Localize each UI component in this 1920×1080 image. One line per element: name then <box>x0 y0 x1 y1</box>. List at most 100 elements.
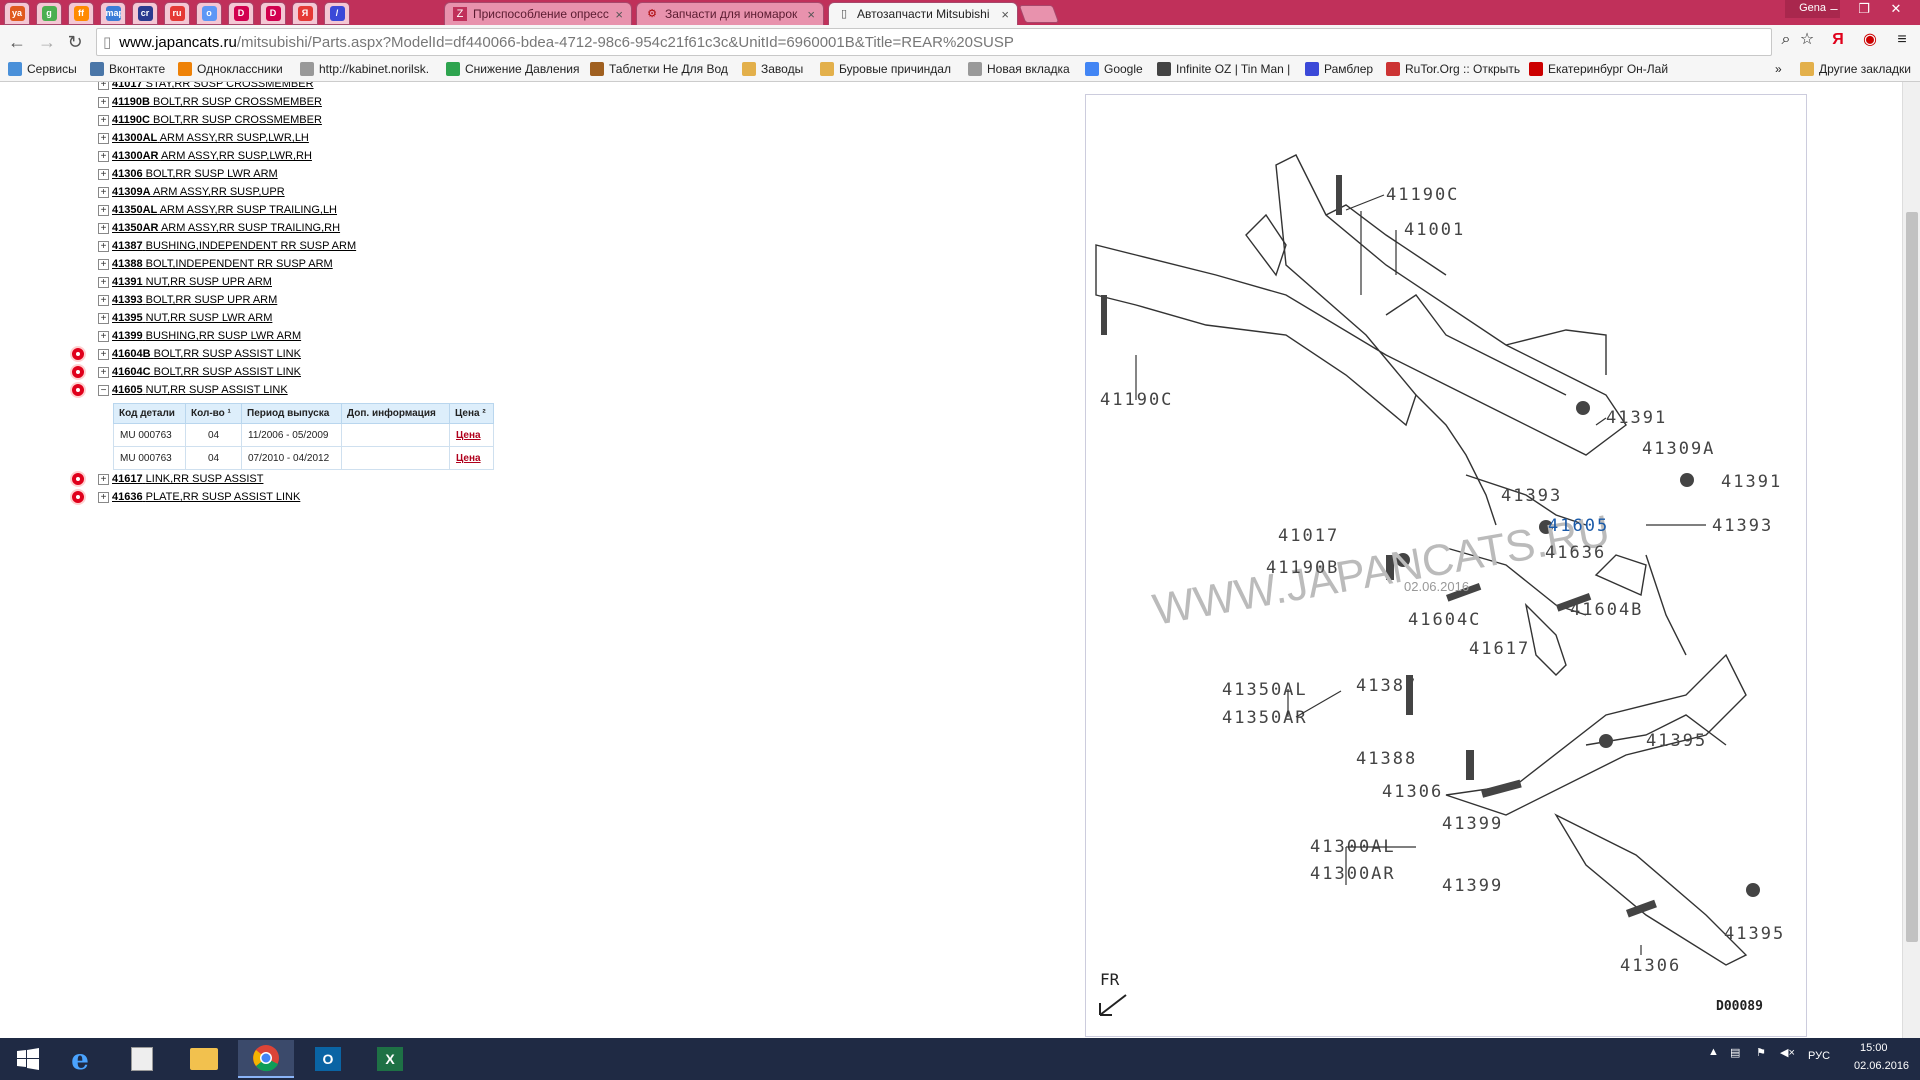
expand-icon[interactable]: + <box>98 168 109 180</box>
tree-item-link[interactable]: 41300AR ARM ASSY,RR SUSP,LWR,RH <box>112 150 312 162</box>
price-link[interactable]: Цена <box>456 430 481 441</box>
tree-item-link[interactable]: 41604B BOLT,RR SUSP ASSIST LINK <box>112 348 301 360</box>
search-icon[interactable]: ⌕ <box>1776 30 1796 50</box>
tray-network-icon[interactable]: ▤ <box>1730 1046 1740 1059</box>
expand-icon[interactable]: + <box>98 150 109 162</box>
pinned-tab[interactable]: Я <box>292 2 318 25</box>
tree-item-link[interactable]: 41387 BUSHING,INDEPENDENT RR SUSP ARM <box>112 240 356 252</box>
menu-icon[interactable]: ≡ <box>1892 30 1912 50</box>
excel-icon[interactable]: X <box>362 1040 418 1078</box>
restore-icon[interactable]: ❐ <box>1850 0 1878 18</box>
collapse-icon[interactable]: − <box>98 384 109 396</box>
pinned-tab[interactable]: map <box>100 2 126 25</box>
tab-active[interactable]: ▯ Автозапчасти Mitsubishi × <box>828 2 1018 25</box>
extension-icon[interactable]: ◉ <box>1860 30 1880 50</box>
expand-icon[interactable]: + <box>98 132 109 144</box>
tray-volume-icon[interactable]: ◀× <box>1780 1046 1795 1059</box>
price-link[interactable]: Цена <box>456 453 481 464</box>
scrollbar-thumb[interactable] <box>1906 212 1918 942</box>
start-icon[interactable] <box>0 1040 56 1078</box>
tree-item-link[interactable]: 41190C BOLT,RR SUSP CROSSMEMBER <box>112 114 322 126</box>
tree-item-link[interactable]: 41391 NUT,RR SUSP UPR ARM <box>112 276 272 288</box>
tree-item-link[interactable]: 41350AR ARM ASSY,RR SUSP TRAILING,RH <box>112 222 340 234</box>
expand-icon[interactable]: + <box>98 240 109 252</box>
back-icon[interactable]: ← <box>6 31 28 53</box>
outlook-icon[interactable]: O <box>300 1040 356 1078</box>
expand-icon[interactable]: + <box>98 330 109 342</box>
bookmark-item[interactable]: Сервисы <box>8 62 77 76</box>
pinned-tab[interactable]: ff <box>68 2 94 25</box>
bookmark-item[interactable]: Снижение Давления <box>446 62 579 76</box>
forward-icon[interactable]: → <box>36 31 58 53</box>
pinned-tab[interactable]: g <box>36 2 62 25</box>
expand-icon[interactable]: + <box>98 276 109 288</box>
tree-item-link[interactable]: 41017 STAY,RR SUSP CROSSMEMBER <box>112 82 314 90</box>
expand-icon[interactable]: + <box>98 222 109 234</box>
clock-date[interactable]: 02.06.2016 <box>1854 1060 1909 1072</box>
bookmark-item[interactable]: Новая вкладка <box>968 62 1070 76</box>
pinned-tab[interactable]: D <box>228 2 254 25</box>
new-tab-button[interactable] <box>1018 5 1060 23</box>
close-icon[interactable]: × <box>807 7 815 22</box>
tray-arrow-icon[interactable]: ▲ <box>1708 1046 1719 1058</box>
clock-time[interactable]: 15:00 <box>1860 1042 1888 1054</box>
close-icon[interactable]: × <box>615 7 623 22</box>
expand-icon[interactable]: + <box>98 186 109 198</box>
bookmark-item[interactable]: Заводы <box>742 62 803 76</box>
tree-item-link[interactable]: 41300AL ARM ASSY,RR SUSP,LWR,LH <box>112 132 309 144</box>
tree-item-link[interactable]: 41350AL ARM ASSY,RR SUSP TRAILING,LH <box>112 204 337 216</box>
bookmark-item[interactable]: Вконтакте <box>90 62 165 76</box>
parts-diagram[interactable]: WWW.JAPANCATS.RU 02.06.2016 41190C 41001… <box>1085 94 1807 1037</box>
expand-icon[interactable]: + <box>98 204 109 216</box>
expand-icon[interactable]: + <box>98 348 109 360</box>
expand-icon[interactable]: + <box>98 294 109 306</box>
bookmark-item[interactable]: Google <box>1085 62 1143 76</box>
bookmark-item[interactable]: Одноклассники <box>178 62 283 76</box>
pinned-tab[interactable]: cr <box>132 2 158 25</box>
tree-item-link[interactable]: 41636 PLATE,RR SUSP ASSIST LINK <box>112 491 300 503</box>
bookmark-item[interactable]: Буровые причиндал <box>820 62 951 76</box>
pinned-tab[interactable]: ya <box>4 2 30 25</box>
tree-item-link[interactable]: 41604C BOLT,RR SUSP ASSIST LINK <box>112 366 301 378</box>
explorer-icon[interactable] <box>176 1040 232 1078</box>
bookmark-item[interactable]: Таблетки Не Для Вод <box>590 62 728 76</box>
pinned-tab[interactable]: D <box>260 2 286 25</box>
bookmarks-more-button[interactable]: » <box>1775 62 1782 76</box>
tab-1[interactable]: Z Приспособление опресс × <box>444 2 632 25</box>
expand-icon[interactable]: + <box>98 491 109 503</box>
bookmark-item[interactable]: Infinite OZ | Tin Man | <box>1157 62 1290 76</box>
close-icon[interactable]: × <box>1001 7 1009 22</box>
tree-item-link[interactable]: 41309A ARM ASSY,RR SUSP,UPR <box>112 186 285 198</box>
minimize-icon[interactable]: – <box>1820 0 1848 18</box>
pinned-tab[interactable]: ru <box>164 2 190 25</box>
bookmark-item[interactable]: RuTor.Org :: Открыть <box>1386 62 1520 76</box>
reload-icon[interactable]: ↻ <box>64 31 86 53</box>
expand-icon[interactable]: + <box>98 96 109 108</box>
star-icon[interactable]: ☆ <box>1797 30 1817 50</box>
yandex-icon[interactable]: Я <box>1828 30 1848 50</box>
expand-icon[interactable]: + <box>98 312 109 324</box>
chrome-icon[interactable] <box>238 1040 294 1078</box>
tree-item-link[interactable]: 41393 BOLT,RR SUSP UPR ARM <box>112 294 277 306</box>
tray-flag-icon[interactable]: ⚑ <box>1756 1046 1766 1059</box>
tree-item-link[interactable]: 41395 NUT,RR SUSP LWR ARM <box>112 312 272 324</box>
tree-item-link[interactable]: 41399 BUSHING,RR SUSP LWR ARM <box>112 330 301 342</box>
notepad-icon[interactable] <box>114 1040 170 1078</box>
tree-item-link[interactable]: 41190B BOLT,RR SUSP CROSSMEMBER <box>112 96 322 108</box>
bookmark-item[interactable]: Рамблер <box>1305 62 1373 76</box>
tree-item-link[interactable]: 41306 BOLT,RR SUSP LWR ARM <box>112 168 278 180</box>
pinned-tab[interactable]: o <box>196 2 222 25</box>
expand-icon[interactable]: + <box>98 258 109 270</box>
page-scrollbar[interactable] <box>1902 82 1920 1038</box>
expand-icon[interactable]: + <box>98 82 109 90</box>
expand-icon[interactable]: + <box>98 473 109 485</box>
bookmark-item[interactable]: Екатеринбург Он-Лай <box>1529 62 1668 76</box>
other-bookmarks-button[interactable]: Другие закладки <box>1800 62 1911 76</box>
lang-indicator[interactable]: РУС <box>1808 1050 1830 1062</box>
tab-2[interactable]: ⚙ Запчасти для иномарок × <box>636 2 824 25</box>
pinned-tab[interactable]: / <box>324 2 350 25</box>
close-window-icon[interactable]: ✕ <box>1882 0 1910 18</box>
bookmark-item[interactable]: http://kabinet.norilsk. <box>300 62 429 76</box>
expand-icon[interactable]: + <box>98 366 109 378</box>
expand-icon[interactable]: + <box>98 114 109 126</box>
